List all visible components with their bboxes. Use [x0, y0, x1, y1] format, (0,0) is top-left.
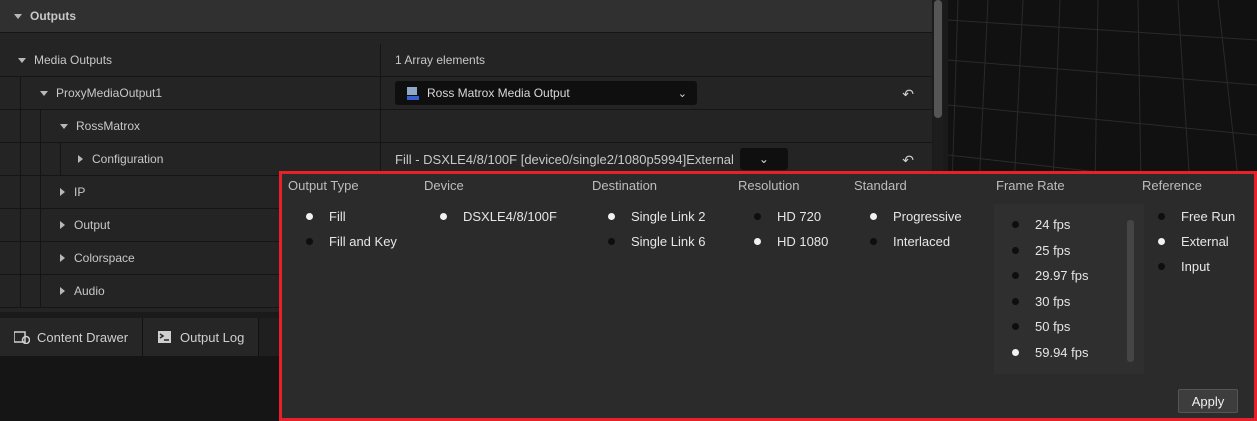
device-header: Device: [424, 178, 464, 193]
apply-button[interactable]: Apply: [1178, 389, 1238, 413]
option-30-fps[interactable]: 30 fps: [1012, 289, 1089, 315]
media-output-asset-icon: [407, 86, 421, 100]
output-type-column: Output Type Fill Fill and Key: [288, 178, 397, 254]
reference-header: Reference: [1142, 178, 1202, 193]
expand-arrow-icon[interactable]: [60, 123, 68, 129]
frame-rate-list[interactable]: 24 fps 25 fps 29.97 fps 30 fps 50 fps 59…: [994, 204, 1144, 374]
radio-selected-icon: [1012, 348, 1019, 356]
expand-arrow-icon[interactable]: [60, 254, 65, 262]
standard-header: Standard: [854, 178, 907, 193]
radio-unselected-icon: [754, 213, 761, 220]
option-fill-and-key[interactable]: Fill and Key: [306, 229, 397, 254]
media-outputs-value: 1 Array elements: [380, 44, 932, 76]
radio-selected-icon: [440, 213, 447, 220]
frame-rate-header: Frame Rate: [996, 178, 1065, 193]
option-single-link-2[interactable]: Single Link 2: [608, 204, 705, 229]
radio-unselected-icon: [1012, 272, 1019, 280]
option-single-link-6[interactable]: Single Link 6: [608, 229, 705, 254]
radio-unselected-icon: [1012, 297, 1019, 305]
radio-selected-icon: [754, 238, 761, 245]
output-type-header: Output Type: [288, 178, 359, 193]
radio-unselected-icon: [1012, 323, 1019, 331]
option-external[interactable]: External: [1158, 229, 1235, 254]
option-50-fps[interactable]: 50 fps: [1012, 314, 1089, 340]
expand-arrow-icon[interactable]: [60, 221, 65, 229]
option-59-94-fps[interactable]: 59.94 fps: [1012, 340, 1089, 366]
destination-header: Destination: [592, 178, 658, 193]
expand-arrow-icon[interactable]: [18, 57, 26, 63]
expand-arrow-icon[interactable]: [14, 13, 22, 19]
media-outputs-row: Media Outputs 1 Array elements: [0, 44, 932, 77]
tab-content-drawer[interactable]: Content Drawer: [0, 318, 144, 356]
chevron-down-icon: ⌄: [758, 152, 769, 166]
outputs-section-header[interactable]: Outputs: [0, 0, 932, 33]
resolution-column: Resolution HD 720 HD 1080: [738, 178, 828, 254]
radio-unselected-icon: [1158, 263, 1165, 270]
option-24-fps[interactable]: 24 fps: [1012, 212, 1089, 238]
expand-arrow-icon[interactable]: [40, 90, 48, 96]
option-29-97-fps[interactable]: 29.97 fps: [1012, 263, 1089, 289]
configuration-popup: Output Type Fill Fill and Key Device DSX…: [279, 171, 1257, 421]
rossmatrox-row: RossMatrox: [0, 110, 932, 143]
option-dsxle4[interactable]: DSXLE4/8/100F: [440, 204, 557, 229]
expand-arrow-icon[interactable]: [60, 188, 65, 196]
reset-to-default-icon[interactable]: ↶: [902, 86, 914, 103]
section-title: Outputs: [30, 9, 76, 23]
frame-rate-scrollbar[interactable]: [1127, 220, 1134, 362]
standard-column: Standard Progressive Interlaced: [854, 178, 962, 254]
content-drawer-icon: [13, 330, 31, 345]
radio-selected-icon: [306, 213, 313, 220]
radio-unselected-icon: [1158, 213, 1165, 220]
tab-output-log-label: Output Log: [180, 329, 245, 345]
colorspace-label: Colorspace: [74, 251, 135, 265]
configuration-label: Configuration: [92, 152, 164, 166]
radio-selected-icon: [870, 213, 877, 220]
radio-unselected-icon: [306, 238, 313, 245]
tab-output-log[interactable]: Output Log: [143, 318, 260, 356]
frame-rate-column: Frame Rate: [996, 178, 1065, 200]
proxy-media-output-row: ProxyMediaOutput1 Ross Matrox Media Outp…: [0, 77, 932, 110]
rossmatrox-label: RossMatrox: [76, 119, 141, 133]
radio-unselected-icon: [1012, 246, 1019, 254]
configuration-dropdown-button[interactable]: ⌄: [739, 148, 788, 170]
configuration-value: Fill - DSXLE4/8/100F [device0/single2/10…: [395, 151, 734, 167]
audio-label: Audio: [74, 284, 105, 298]
option-25-fps[interactable]: 25 fps: [1012, 238, 1089, 264]
resolution-header: Resolution: [738, 178, 800, 193]
media-output-combo[interactable]: Ross Matrox Media Output ⌄: [395, 81, 697, 105]
tab-content-drawer-label: Content Drawer: [37, 329, 129, 345]
output-log-icon: [157, 330, 173, 344]
ip-label: IP: [74, 185, 86, 199]
option-interlaced[interactable]: Interlaced: [870, 229, 962, 254]
output-label: Output: [74, 218, 111, 232]
option-free-run[interactable]: Free Run: [1158, 204, 1235, 229]
option-input[interactable]: Input: [1158, 254, 1235, 279]
option-progressive[interactable]: Progressive: [870, 204, 962, 229]
radio-selected-icon: [608, 213, 615, 220]
radio-unselected-icon: [608, 238, 615, 245]
details-scroll-thumb[interactable]: [934, 0, 942, 118]
destination-column: Destination Single Link 2 Single Link 6: [592, 178, 705, 254]
device-column: Device DSXLE4/8/100F: [424, 178, 557, 229]
option-fill[interactable]: Fill: [306, 204, 397, 229]
option-hd-1080[interactable]: HD 1080: [754, 229, 828, 254]
media-output-combo-value: Ross Matrox Media Output: [427, 86, 570, 100]
expand-arrow-icon[interactable]: [78, 155, 83, 163]
chevron-down-icon: ⌄: [677, 87, 687, 100]
radio-selected-icon: [1158, 238, 1165, 245]
radio-unselected-icon: [870, 238, 877, 245]
radio-unselected-icon: [1012, 221, 1019, 229]
option-hd-720[interactable]: HD 720: [754, 204, 828, 229]
reference-column: Reference Free Run External Input: [1142, 178, 1235, 279]
reset-to-default-icon[interactable]: ↶: [902, 152, 914, 169]
media-outputs-label: Media Outputs: [34, 53, 113, 67]
expand-arrow-icon[interactable]: [60, 287, 65, 295]
proxy-media-output-label: ProxyMediaOutput1: [56, 86, 163, 100]
